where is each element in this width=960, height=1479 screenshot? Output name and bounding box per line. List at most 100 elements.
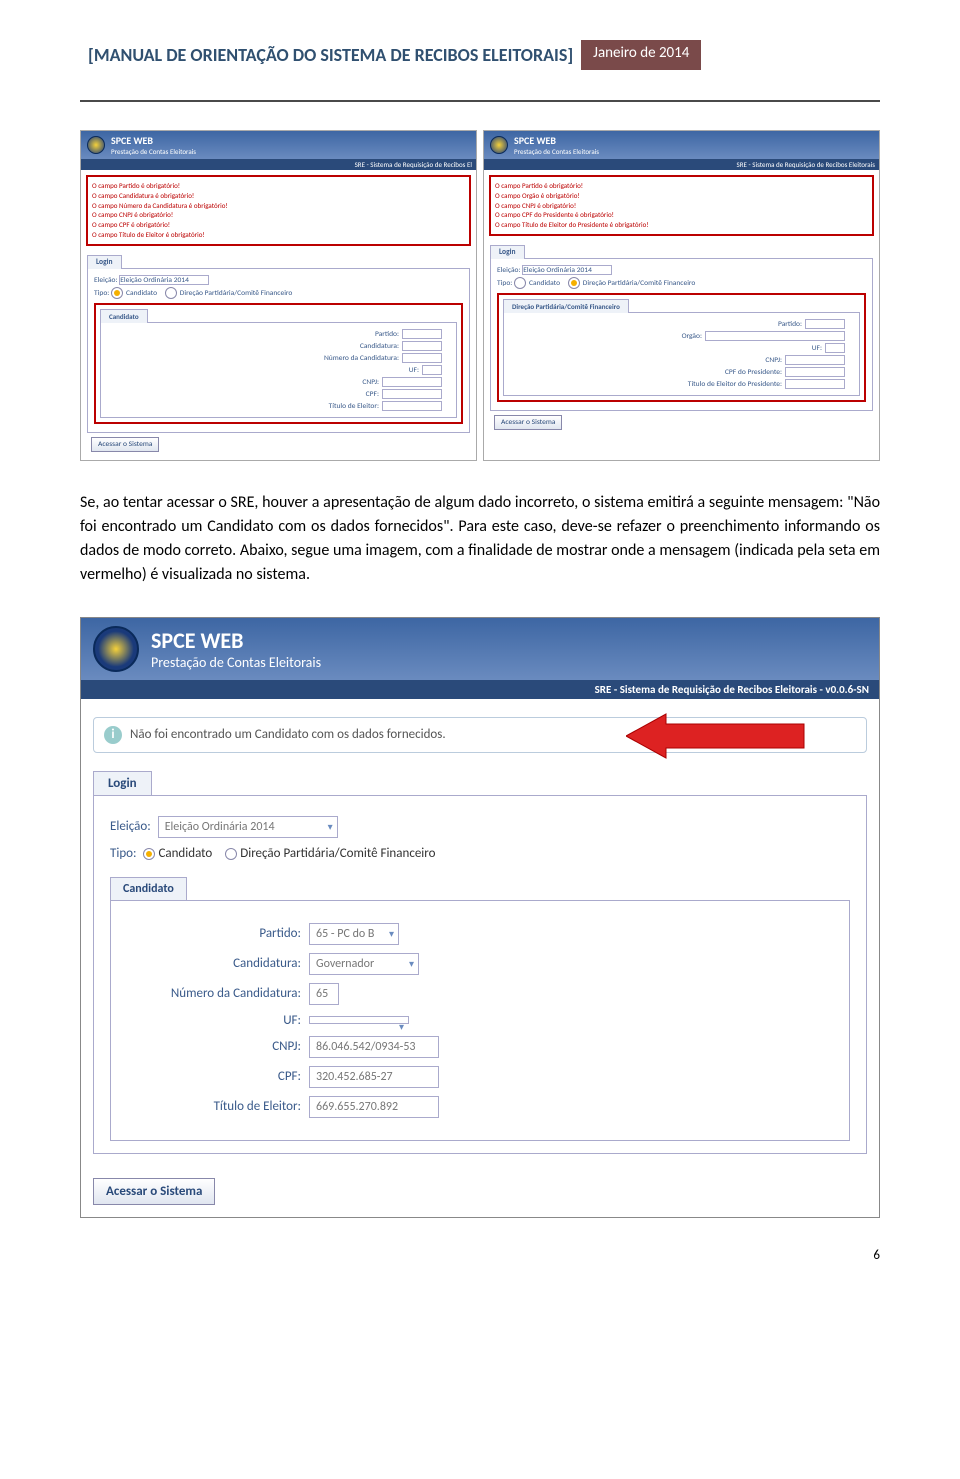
titulo-input[interactable] [785, 379, 845, 389]
error-line: O campo CPF do Presidente é obrigatório! [495, 210, 868, 220]
uf-select[interactable] [309, 1016, 409, 1024]
radio-candidato[interactable] [143, 848, 155, 860]
radio-direcao[interactable] [568, 277, 580, 289]
partido-select[interactable]: 65 - PC do B [309, 923, 399, 945]
emblem-icon [93, 626, 139, 672]
cnpj-input[interactable]: 86.046.542/0934-53 [309, 1036, 439, 1058]
candidatura-select[interactable]: Governador [309, 953, 419, 975]
sre-strip: SRE - Sistema de Requisição de Recibos E… [81, 680, 879, 699]
partido-select[interactable] [402, 329, 442, 339]
acessar-button[interactable]: Acessar o Sistema [494, 415, 562, 430]
error-line: O campo Partido é obrigatório! [92, 181, 465, 191]
cpf-label: CPF: [366, 390, 379, 399]
radio-candidato[interactable] [514, 277, 526, 289]
acessar-button[interactable]: Acessar o Sistema [93, 1178, 215, 1205]
titulo-input[interactable] [382, 401, 442, 411]
eleicao-select[interactable]: Eleição Ordinária 2014 [158, 816, 338, 838]
login-body: Eleição: Eleição Ordinária 2014 Tipo: Ca… [87, 268, 470, 433]
tipo-opt1: Candidato [529, 279, 560, 288]
partido-select[interactable] [805, 319, 845, 329]
partido-label: Partido: [131, 926, 301, 941]
cpf-row: CPF: 320.452.685-27 [131, 1066, 829, 1088]
direcao-body: Partido: Orgão: UF: CNPJ: CPF do Preside… [503, 312, 860, 396]
app-header-bar: SPCE WEB Prestação de Contas Eleitorais [484, 131, 879, 159]
partido-row: Partido: [105, 329, 452, 339]
error-line: O campo Orgão é obrigatório! [495, 191, 868, 201]
tipo-opt2: Direção Partidária/Comitê Financeiro [583, 279, 696, 288]
titulo-input[interactable]: 669.655.270.892 [309, 1096, 439, 1118]
eleicao-select[interactable]: Eleição Ordinária 2014 [522, 265, 612, 275]
screenshot-right: SPCE WEB Prestação de Contas Eleitorais … [483, 130, 880, 461]
titulo-label: Título de Eleitor: [131, 1099, 301, 1114]
uf-row: UF: [131, 1013, 829, 1028]
titulo-label: Título de Eleitor: [329, 402, 379, 411]
info-message-text: Não foi encontrado um Candidato com os d… [130, 727, 446, 742]
screenshots-row: SPCE WEB Prestação de Contas Eleitorais … [80, 130, 880, 461]
login-area: Login Eleição: Eleição Ordinária 2014 Ti… [81, 251, 476, 460]
login-body: Eleição: Eleição Ordinária 2014 Tipo: Ca… [490, 258, 873, 411]
direcao-frame: Direção Partidária/Comitê Financeiro Par… [497, 293, 866, 402]
uf-input[interactable] [825, 343, 845, 353]
eleicao-label: Eleição: [94, 276, 118, 285]
tipo-opt1: Candidato [126, 289, 157, 298]
numero-label: Número da Candidatura: [324, 354, 399, 363]
numero-input[interactable]: 65 [309, 983, 339, 1005]
cnpj-input[interactable] [382, 377, 442, 387]
radio-direcao[interactable] [225, 848, 237, 860]
error-line: O campo Número da Candidatura é obrigató… [92, 201, 465, 211]
app-title: SPCE WEB [514, 134, 599, 147]
partido-label: Partido: [375, 330, 399, 339]
cnpj-input[interactable] [785, 355, 845, 365]
titulo-row: Título de Eleitor: [105, 401, 452, 411]
titulo-row: Título de Eleitor: 669.655.270.892 [131, 1096, 829, 1118]
login-tab[interactable]: Login [87, 255, 122, 269]
acessar-button[interactable]: Acessar o Sistema [91, 437, 159, 452]
radio-direcao[interactable] [165, 287, 177, 299]
login-section: Login Eleição: Eleição Ordinária 2014 Ti… [93, 771, 867, 1154]
error-line: O campo CNPJ é obrigatório! [495, 201, 868, 211]
cnpj-row: CNPJ: [508, 355, 855, 365]
sre-strip: SRE - Sistema de Requisição de Recibos E… [81, 159, 476, 170]
header-rule [80, 100, 880, 102]
cpf-input[interactable]: 320.452.685-27 [309, 1066, 439, 1088]
candidato-tab[interactable]: Candidato [100, 309, 148, 323]
error-line: O campo Título de Eleitor do Presidente … [495, 220, 868, 230]
error-line: O campo Candidatura é obrigatório! [92, 191, 465, 201]
candidatura-select[interactable] [402, 341, 442, 351]
candidato-frame: Candidato Partido: Candidatura: Número d… [94, 303, 463, 424]
numero-input[interactable] [402, 353, 442, 363]
tipo-opt1: Candidato [158, 846, 212, 861]
doc-date: Janeiro de 2014 [581, 40, 701, 70]
titulo-label: Título de Eleitor do Presidente: [688, 380, 782, 389]
uf-label: UF: [409, 366, 419, 375]
cnpj-label: CNPJ: [131, 1039, 301, 1054]
info-message-bar: i Não foi encontrado um Candidato com os… [93, 717, 867, 753]
login-tab[interactable]: Login [93, 771, 152, 795]
eleicao-select[interactable]: Eleição Ordinária 2014 [119, 275, 209, 285]
direcao-tab[interactable]: Direção Partidária/Comitê Financeiro [503, 299, 629, 313]
cnpj-row: CNPJ: 86.046.542/0934-53 [131, 1036, 829, 1058]
numero-label: Número da Candidatura: [131, 986, 301, 1001]
app-title: SPCE WEB [111, 134, 196, 147]
candidato-tab[interactable]: Candidato [110, 877, 187, 900]
tipo-row: Tipo: Candidato Direção Partidária/Comit… [497, 277, 866, 289]
tipo-label: Tipo: [497, 279, 512, 288]
body-paragraph: Se, ao tentar acessar o SRE, houver a ap… [80, 491, 880, 587]
cpf-input[interactable] [785, 367, 845, 377]
info-icon: i [104, 726, 122, 744]
uf-input[interactable] [422, 365, 442, 375]
login-tab[interactable]: Login [490, 245, 525, 259]
cpf-row: CPF do Presidente: [508, 367, 855, 377]
cnpj-row: CNPJ: [105, 377, 452, 387]
eleicao-row: Eleição: Eleição Ordinária 2014 [110, 816, 850, 838]
cpf-input[interactable] [382, 389, 442, 399]
tipo-row: Tipo: Candidato Direção Partidária/Comit… [110, 846, 850, 861]
numero-row: Número da Candidatura: 65 [131, 983, 829, 1005]
cpf-label: CPF: [131, 1069, 301, 1084]
tipo-opt2: Direção Partidária/Comitê Financeiro [240, 846, 435, 861]
titulo-row: Título de Eleitor do Presidente: [508, 379, 855, 389]
orgao-select[interactable] [705, 331, 845, 341]
radio-candidato[interactable] [111, 287, 123, 299]
candidato-body: Partido: Candidatura: Número da Candidat… [100, 322, 457, 418]
numero-row: Número da Candidatura: [105, 353, 452, 363]
